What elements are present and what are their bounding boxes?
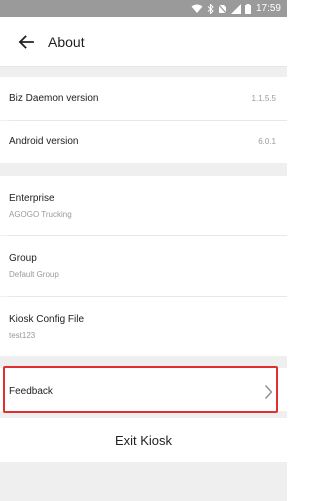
signal-icon [230,3,241,14]
battery-icon [244,3,251,14]
app-bar: About [0,17,287,67]
kiosk-config-file-value: test123 [9,331,36,340]
android-version-row: Android version 6.0.1 [0,121,287,163]
enterprise-row: Enterprise AGOGO Trucking [0,176,287,235]
back-arrow-icon [18,34,34,49]
biz-daemon-version-value: 1.1.5.5 [251,94,276,103]
status-time: 17:59 [255,3,281,14]
kiosk-config-file-row: Kiosk Config File test123 [0,297,287,356]
biz-daemon-version-row: Biz Daemon version 1.1.5.5 [0,77,287,120]
exit-kiosk-button[interactable]: Exit Kiosk [0,418,287,462]
feedback-row[interactable]: Feedback [0,368,287,411]
no-sim-icon [217,3,227,14]
android-version-value: 6.0.1 [258,137,276,146]
back-button[interactable] [14,30,38,54]
exit-kiosk-label: Exit Kiosk [114,432,173,448]
chevron-right-icon [265,385,273,399]
wifi-icon [191,4,203,14]
enterprise-value: AGOGO Trucking [9,210,72,219]
bluetooth-icon [207,3,214,14]
enterprise-label: Enterprise [9,193,55,204]
about-screen: 17:59 About Biz Daemon version 1.1.5.5 A… [0,0,287,501]
android-version-label: Android version [9,136,79,147]
group-row: Group Default Group [0,236,287,296]
group-value: Default Group [9,270,59,279]
status-bar: 17:59 [0,0,287,17]
kiosk-config-file-label: Kiosk Config File [9,314,85,325]
biz-daemon-version-label: Biz Daemon version [9,93,99,104]
page-title: About [48,33,85,50]
feedback-label: Feedback [9,386,53,397]
group-label: Group [9,253,37,264]
